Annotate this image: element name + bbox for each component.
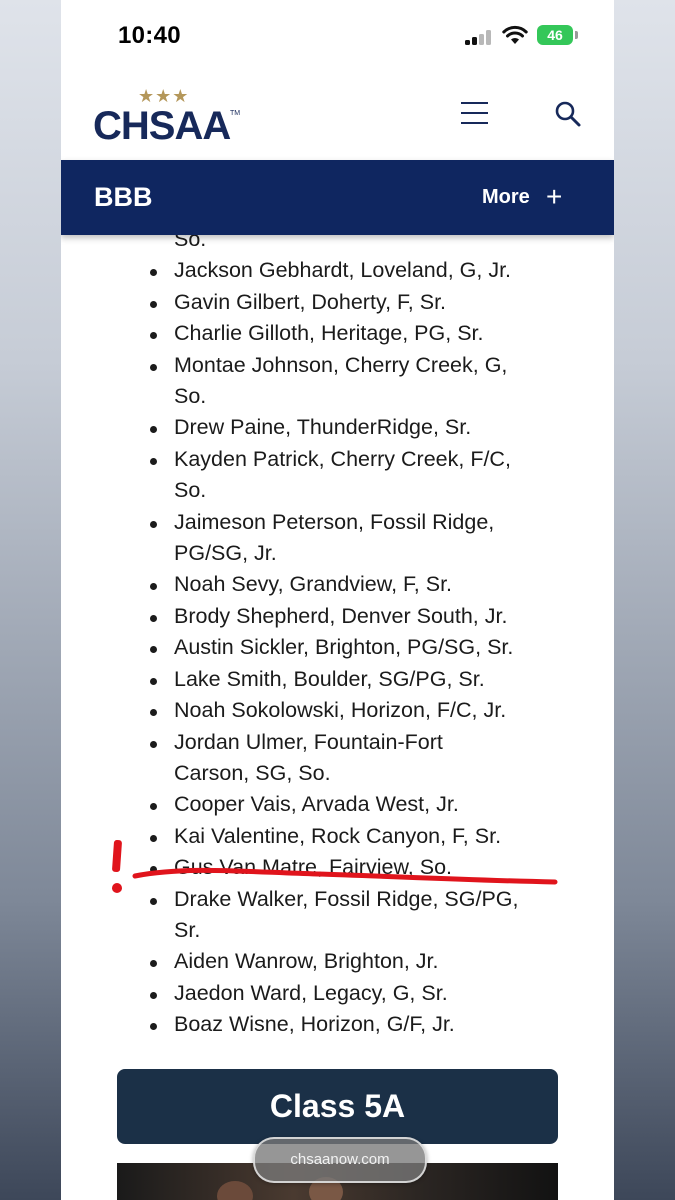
plus-icon[interactable]: + xyxy=(546,181,562,213)
list-item: Drew Paine, ThunderRidge, Sr. xyxy=(61,412,614,443)
site-header: ★★★ CHSAA TM xyxy=(61,70,614,160)
list-item-text: Carson, SG, So. xyxy=(174,760,331,785)
player-list: So. Jackson Gebhardt, Loveland, G, Jr. Gav… xyxy=(61,224,614,1041)
list-item-text: Noah Sokolowski, Horizon, F/C, Jr. xyxy=(174,698,507,723)
list-item-text: Gavin Gilbert, Doherty, F, Sr. xyxy=(174,289,447,314)
wifi-icon xyxy=(502,25,528,44)
logo-trademark: TM xyxy=(230,110,241,117)
bullet-icon xyxy=(150,614,157,622)
list-item: Sr. xyxy=(61,915,614,946)
bullet-icon xyxy=(150,646,157,654)
bullet-icon xyxy=(150,960,157,968)
battery-nub xyxy=(575,31,578,39)
list-item: Noah Sevy, Grandview, F, Sr. xyxy=(61,569,614,600)
more-button[interactable]: More xyxy=(482,186,530,209)
list-item-text: So. xyxy=(174,478,207,503)
bullet-icon xyxy=(150,332,157,340)
list-item-text: Jackson Gebhardt, Loveland, G, Jr. xyxy=(174,258,512,283)
list-item: Noah Sokolowski, Horizon, F/C, Jr. xyxy=(61,695,614,726)
list-item: Jordan Ulmer, Fountain-Fort xyxy=(61,727,614,758)
list-item: Cooper Vais, Arvada West, Jr. xyxy=(61,789,614,820)
bullet-icon xyxy=(150,677,157,685)
bullet-icon xyxy=(150,991,157,999)
list-item-text: Noah Sevy, Grandview, F, Sr. xyxy=(174,572,453,597)
search-icon[interactable] xyxy=(554,100,582,128)
list-item: So. xyxy=(61,381,614,412)
web-page: 10:40 46 ★★★ CHSAA TM BBB More + So. Jac… xyxy=(61,0,614,1200)
list-item: Boaz Wisne, Horizon, G/F, Jr. xyxy=(61,1009,614,1040)
list-item: Jackson Gebhardt, Loveland, G, Jr. xyxy=(61,255,614,286)
status-bar: 10:40 46 xyxy=(61,0,614,70)
list-item: Lake Smith, Boulder, SG/PG, Sr. xyxy=(61,664,614,695)
list-item-text: Aiden Wanrow, Brighton, Jr. xyxy=(174,949,439,974)
list-item: So. xyxy=(61,475,614,506)
list-item-text: Jaimeson Peterson, Fossil Ridge, xyxy=(174,509,495,534)
bullet-icon xyxy=(150,520,157,528)
list-item: Austin Sickler, Brighton, PG/SG, Sr. xyxy=(61,632,614,663)
battery-level: 46 xyxy=(547,27,563,43)
hamburger-menu-icon[interactable] xyxy=(461,100,489,126)
section-nav-bar: BBB More + xyxy=(61,160,614,235)
list-item-text: Sr. xyxy=(174,917,201,942)
status-time: 10:40 xyxy=(118,22,181,49)
list-item-text: PG/SG, Jr. xyxy=(174,541,277,566)
list-item-text: Montae Johnson, Cherry Creek, G, xyxy=(174,352,508,377)
list-item: Brody Shepherd, Denver South, Jr. xyxy=(61,601,614,632)
bullet-icon xyxy=(150,897,157,905)
player-figure xyxy=(217,1181,253,1200)
bullet-icon xyxy=(150,426,157,434)
list-item-text: Lake Smith, Boulder, SG/PG, Sr. xyxy=(174,666,485,691)
list-item: Gavin Gilbert, Doherty, F, Sr. xyxy=(61,287,614,318)
bullet-icon xyxy=(150,583,157,591)
bullet-icon xyxy=(150,803,157,811)
bullet-icon xyxy=(150,269,157,277)
chsaa-logo[interactable]: ★★★ CHSAA TM xyxy=(93,84,243,148)
list-item: Jaedon Ward, Legacy, G, Sr. xyxy=(61,978,614,1009)
bullet-icon xyxy=(150,740,157,748)
list-item-text: Austin Sickler, Brighton, PG/SG, Sr. xyxy=(174,635,514,660)
cellular-signal-icon xyxy=(465,29,493,45)
bullet-icon xyxy=(150,300,157,308)
list-item-text: Brody Shepherd, Denver South, Jr. xyxy=(174,603,508,628)
list-item: PG/SG, Jr. xyxy=(61,538,614,569)
list-item: Kayden Patrick, Cherry Creek, F/C, xyxy=(61,444,614,475)
logo-text: CHSAA xyxy=(93,104,231,148)
url-bar[interactable]: chsaanow.com xyxy=(253,1137,427,1183)
bullet-icon xyxy=(150,457,157,465)
list-item-text: Boaz Wisne, Horizon, G/F, Jr. xyxy=(174,1012,455,1037)
list-item: Jaimeson Peterson, Fossil Ridge, xyxy=(61,507,614,538)
list-item: Charlie Gilloth, Heritage, PG, Sr. xyxy=(61,318,614,349)
list-item: Aiden Wanrow, Brighton, Jr. xyxy=(61,946,614,977)
bullet-icon xyxy=(150,1023,157,1031)
list-item-text: Drew Paine, ThunderRidge, Sr. xyxy=(174,415,472,440)
red-annotation xyxy=(112,839,558,893)
list-item-text: Jaedon Ward, Legacy, G, Sr. xyxy=(174,980,448,1005)
class-5a-button[interactable]: Class 5A xyxy=(117,1069,558,1144)
battery-icon: 46 xyxy=(537,25,573,45)
list-item-text: Cooper Vais, Arvada West, Jr. xyxy=(174,792,459,817)
list-item: Carson, SG, So. xyxy=(61,758,614,789)
bullet-icon xyxy=(150,709,157,717)
list-item-text: Charlie Gilloth, Heritage, PG, Sr. xyxy=(174,321,484,346)
bullet-icon xyxy=(150,363,157,371)
section-title: BBB xyxy=(94,182,153,212)
list-item: Montae Johnson, Cherry Creek, G, xyxy=(61,350,614,381)
list-item-text: Jordan Ulmer, Fountain-Fort xyxy=(174,729,443,754)
list-item-text: Kayden Patrick, Cherry Creek, F/C, xyxy=(174,446,511,471)
list-item-text: So. xyxy=(174,384,207,409)
